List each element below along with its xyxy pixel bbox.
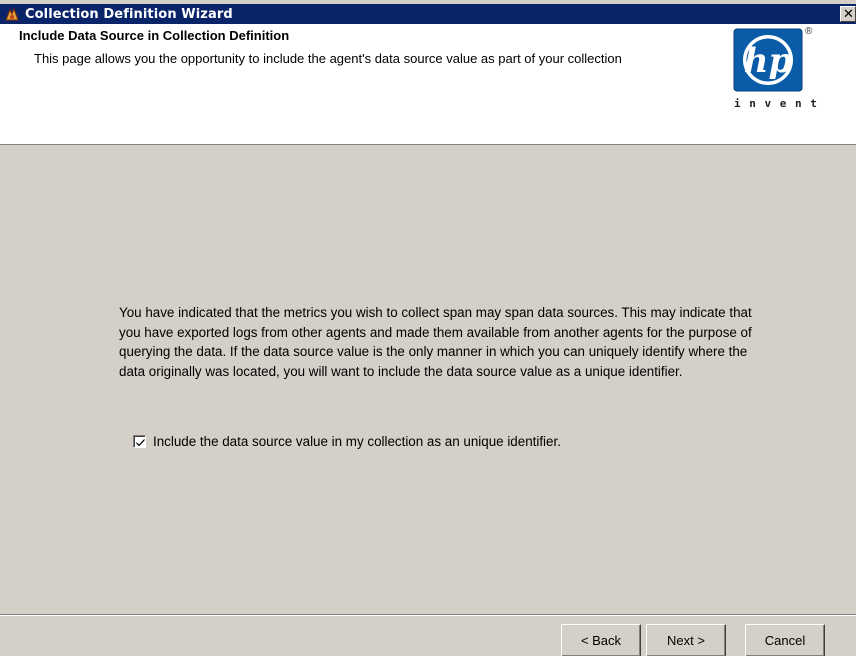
wizard-window: Collection Definition Wizard ✕ Include D… xyxy=(0,0,856,656)
cancel-button[interactable]: Cancel xyxy=(745,624,825,656)
next-button[interactable]: Next > xyxy=(646,624,726,656)
title-bar[interactable]: Collection Definition Wizard ✕ xyxy=(0,4,856,24)
window-title: Collection Definition Wizard xyxy=(25,6,233,22)
logo-tagline: i n v e n t xyxy=(734,97,818,110)
footer-separator xyxy=(0,614,856,616)
page-description: This page allows you the opportunity to … xyxy=(34,51,622,66)
wizard-header: Include Data Source in Collection Defini… xyxy=(0,24,856,145)
page-title: Include Data Source in Collection Defini… xyxy=(19,28,290,43)
hp-invent-logo: hp ® i n v e n t xyxy=(722,26,842,117)
include-data-source-label[interactable]: Include the data source value in my coll… xyxy=(153,434,561,449)
close-icon: ✕ xyxy=(843,6,854,22)
checkmark-icon xyxy=(136,438,145,447)
registered-mark: ® xyxy=(805,26,813,37)
wizard-app-icon xyxy=(4,6,20,22)
include-data-source-checkbox[interactable] xyxy=(133,435,146,448)
close-button[interactable]: ✕ xyxy=(840,6,856,22)
explanation-text: You have indicated that the metrics you … xyxy=(119,305,752,379)
back-button[interactable]: < Back xyxy=(561,624,641,656)
include-data-source-option[interactable]: Include the data source value in my coll… xyxy=(133,434,561,449)
svg-text:hp: hp xyxy=(744,41,793,81)
